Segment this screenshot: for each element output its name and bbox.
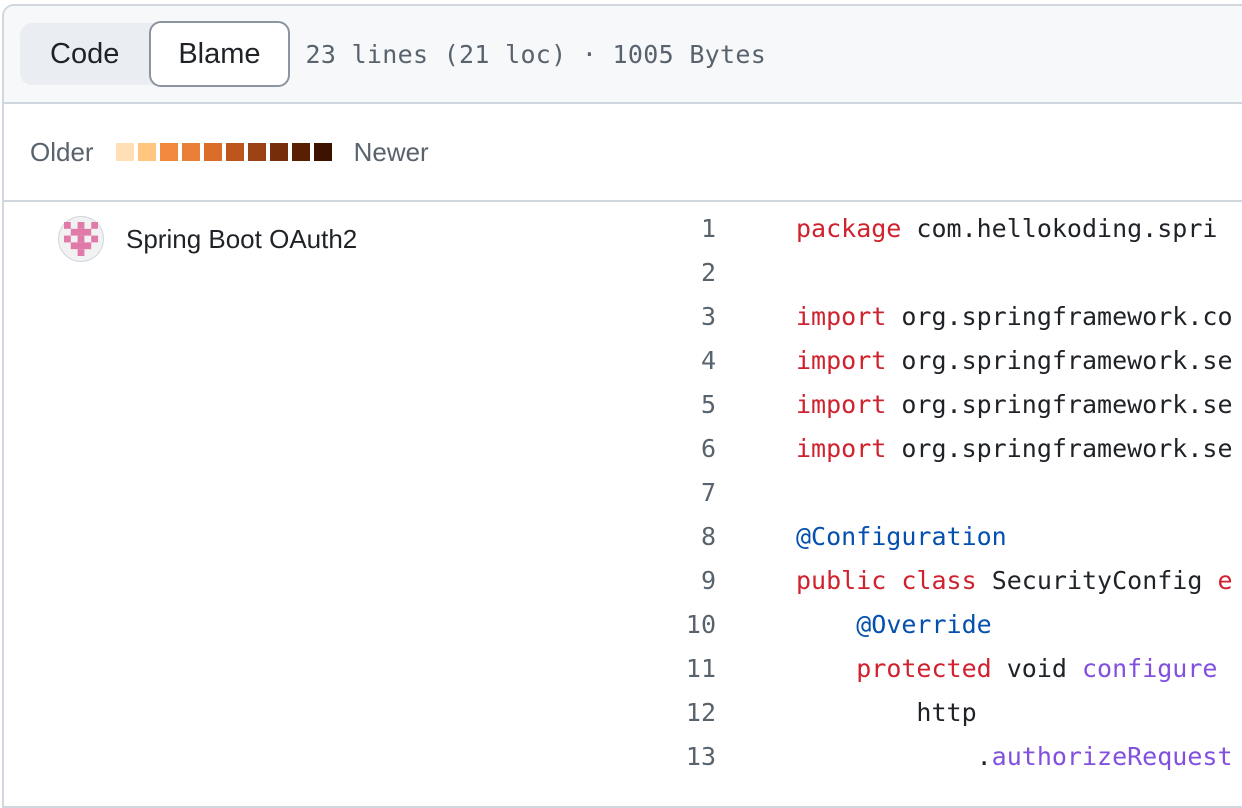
blame-age-legend: Older Newer	[4, 104, 1242, 202]
code-token: configure	[1082, 653, 1218, 683]
code-tab[interactable]: Code	[20, 23, 149, 85]
line-number[interactable]: 9	[4, 566, 716, 595]
age-swatch-4	[181, 143, 200, 161]
age-swatch-3	[159, 143, 178, 161]
line-number[interactable]: 8	[4, 522, 716, 551]
line-source: protected void configure	[796, 654, 1217, 683]
age-swatch-7	[247, 143, 266, 161]
code-token: import	[796, 301, 887, 331]
code-token: package	[796, 213, 902, 243]
line-number[interactable]: 4	[4, 346, 716, 375]
view-toggle: Code Blame	[20, 21, 290, 87]
line-number[interactable]: 5	[4, 390, 716, 419]
line-source: .authorizeRequest	[796, 742, 1233, 771]
code-token: org.springframework.se	[886, 389, 1233, 419]
code-token: class	[901, 565, 977, 595]
code-line: 4 import org.springframework.se	[4, 338, 1242, 382]
identicon-svg	[64, 222, 98, 256]
age-color-scale	[115, 143, 332, 161]
line-number[interactable]: 13	[4, 742, 716, 771]
line-source: @Configuration	[796, 522, 1007, 551]
code-line: 5 import org.springframework.se	[4, 382, 1242, 426]
file-header: Code Blame 23 lines (21 loc) · 1005 Byte…	[4, 6, 1242, 104]
blame-view: Code Blame 23 lines (21 loc) · 1005 Byte…	[2, 4, 1242, 808]
code-line: 10 @Override	[4, 602, 1242, 646]
blame-hunk: Spring Boot OAuth2	[58, 216, 357, 262]
code-token: org.springframework.se	[886, 345, 1233, 375]
code-line: 9 public class SecurityConfig e	[4, 558, 1242, 602]
code-token: http	[796, 697, 977, 727]
code-token: import	[796, 389, 887, 419]
age-swatch-1	[115, 143, 134, 161]
code-token: org.springframework.co	[886, 301, 1233, 331]
line-source: http	[796, 697, 977, 727]
code-token: protected	[856, 653, 992, 683]
code-token: @Override	[856, 609, 992, 639]
legend-older-label: Older	[30, 136, 94, 167]
code-token: org.springframework.se	[886, 433, 1233, 463]
line-number[interactable]: 12	[4, 698, 716, 727]
code-token: @Configuration	[796, 521, 1007, 551]
blame-body: 1 package com.hellokoding.spri 2 3 import or…	[4, 202, 1242, 802]
line-source: import org.springframework.se	[796, 434, 1233, 463]
code-token: .	[796, 741, 992, 771]
line-number[interactable]: 3	[4, 302, 716, 331]
line-number[interactable]: 7	[4, 478, 716, 507]
pixel-identicon-icon[interactable]	[58, 216, 104, 262]
file-info: 23 lines (21 loc) · 1005 Bytes	[305, 39, 767, 69]
legend-newer-label: Newer	[353, 136, 429, 167]
code-line: 8 @Configuration	[4, 514, 1242, 558]
code-token: authorizeRequest	[991, 741, 1233, 771]
age-swatch-8	[269, 143, 288, 161]
code-lines: 1 package com.hellokoding.spri 2 3 import or…	[4, 206, 1242, 778]
blame-tab[interactable]: Blame	[149, 21, 290, 87]
code-token: import	[796, 433, 887, 463]
line-source: package com.hellokoding.spri	[796, 214, 1217, 243]
age-swatch-6	[225, 143, 244, 161]
code-line: 6 import org.springframework.se	[4, 426, 1242, 470]
code-line: 3 import org.springframework.co	[4, 294, 1242, 338]
code-token: public	[796, 565, 887, 595]
age-swatch-9	[291, 143, 310, 161]
code-line: 13 .authorizeRequest	[4, 734, 1242, 778]
code-line: 11 protected void configure	[4, 646, 1242, 690]
line-source: import org.springframework.se	[796, 346, 1233, 375]
commit-message-link[interactable]: Spring Boot OAuth2	[126, 224, 357, 255]
code-line: 7	[4, 470, 1242, 514]
code-token: com.hellokoding.spri	[901, 213, 1218, 243]
code-token: SecurityConfig	[976, 565, 1218, 595]
age-swatch-2	[137, 143, 156, 161]
line-source: import org.springframework.se	[796, 390, 1233, 419]
age-swatch-10	[313, 143, 332, 161]
line-number[interactable]: 11	[4, 654, 716, 683]
line-number[interactable]: 6	[4, 434, 716, 463]
age-swatch-5	[203, 143, 222, 161]
code-token: void	[991, 653, 1082, 683]
line-source: public class SecurityConfig e	[796, 566, 1233, 595]
code-token: e	[1217, 565, 1233, 595]
line-source: import org.springframework.co	[796, 302, 1233, 331]
code-token: import	[796, 345, 887, 375]
code-line: 12 http	[4, 690, 1242, 734]
line-source: @Override	[796, 609, 992, 639]
line-number[interactable]: 10	[4, 610, 716, 639]
